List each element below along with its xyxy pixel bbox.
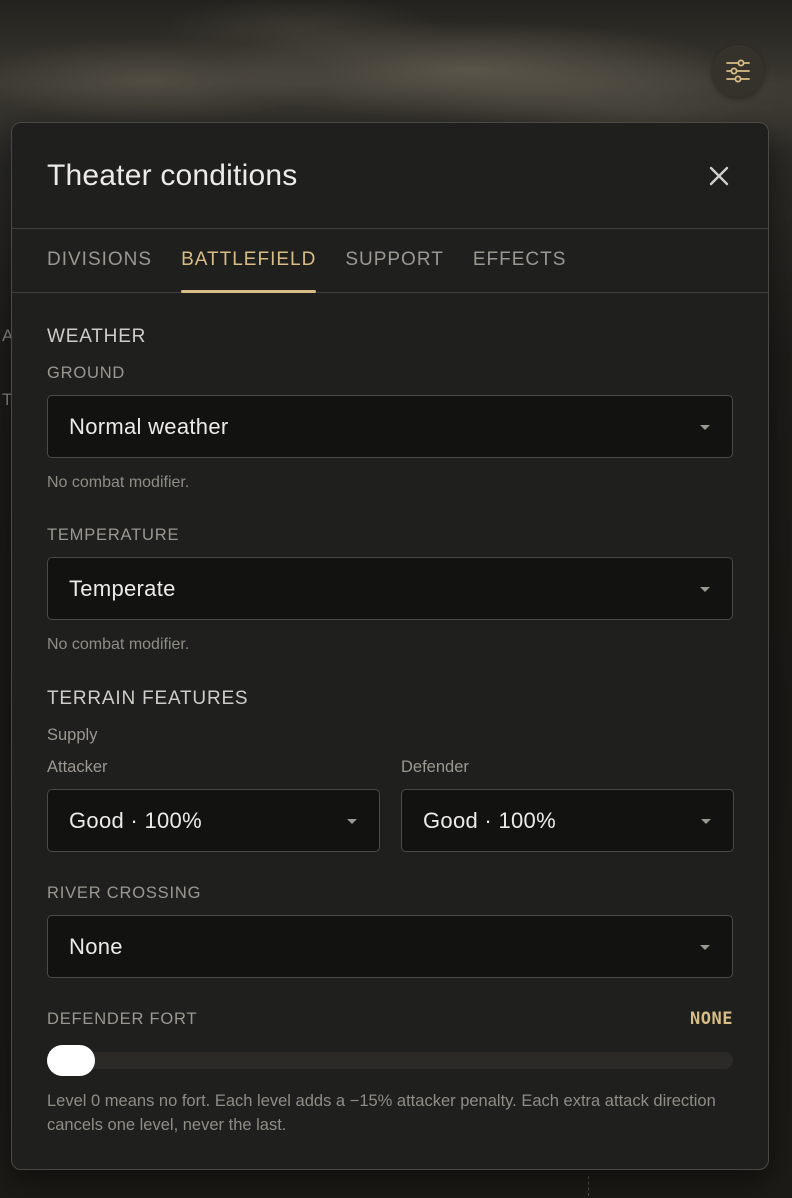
temperature-hint: No combat modifier. xyxy=(47,636,190,653)
caret-down-icon xyxy=(700,425,710,430)
close-icon xyxy=(709,166,729,185)
tab-battlefield[interactable]: BATTLEFIELD xyxy=(181,229,317,293)
tab-bar: DIVISIONS BATTLEFIELD SUPPORT EFFECTS xyxy=(12,229,768,293)
temperature-select-value: Temperate xyxy=(69,575,176,601)
caret-down-icon xyxy=(700,587,710,592)
defender-supply-value: Good · 100% xyxy=(423,807,556,833)
weather-section-title: WEATHER xyxy=(47,326,147,347)
tab-effects[interactable]: EFFECTS xyxy=(473,229,567,292)
defender-supply-select[interactable]: Good · 100% xyxy=(401,789,734,852)
ground-select[interactable]: Normal weather xyxy=(47,395,733,458)
river-crossing-select[interactable]: None xyxy=(47,915,733,978)
temperature-label: TEMPERATURE xyxy=(47,526,180,544)
defender-label: Defender xyxy=(401,758,469,776)
slider-thumb[interactable] xyxy=(47,1045,95,1076)
theater-conditions-panel: Theater conditions DIVISIONS BATTLEFIELD… xyxy=(11,122,769,1170)
terrain-section-title: TERRAIN FEATURES xyxy=(47,688,249,709)
supply-label: Supply xyxy=(47,726,98,744)
ground-label: GROUND xyxy=(47,364,126,382)
defender-fort-footnote: Level 0 means no fort. Each level adds a… xyxy=(47,1092,716,1134)
attacker-supply-value: Good · 100% xyxy=(69,807,202,833)
caret-down-icon xyxy=(347,819,357,824)
settings-toggle-button[interactable] xyxy=(712,45,764,97)
close-button[interactable] xyxy=(699,156,739,196)
panel-header: Theater conditions xyxy=(12,123,768,229)
ground-select-value: Normal weather xyxy=(69,413,229,439)
tab-divisions[interactable]: DIVISIONS xyxy=(47,229,152,292)
defender-fort-slider[interactable] xyxy=(47,1045,733,1076)
sliders-icon xyxy=(726,59,750,83)
attacker-label: Attacker xyxy=(47,758,108,776)
ground-hint: No combat modifier. xyxy=(47,474,190,491)
defender-fort-value: NONE xyxy=(690,1009,733,1029)
background-dashed-line xyxy=(588,1176,589,1196)
caret-down-icon xyxy=(700,945,710,950)
tab-support[interactable]: SUPPORT xyxy=(345,229,444,292)
panel-title: Theater conditions xyxy=(47,158,298,192)
river-crossing-value: None xyxy=(69,933,123,959)
defender-fort-label: DEFENDER FORT xyxy=(47,1010,198,1028)
attacker-supply-select[interactable]: Good · 100% xyxy=(47,789,380,852)
caret-down-icon xyxy=(701,819,711,824)
river-crossing-label: RIVER CROSSING xyxy=(47,884,202,902)
temperature-select[interactable]: Temperate xyxy=(47,557,733,620)
